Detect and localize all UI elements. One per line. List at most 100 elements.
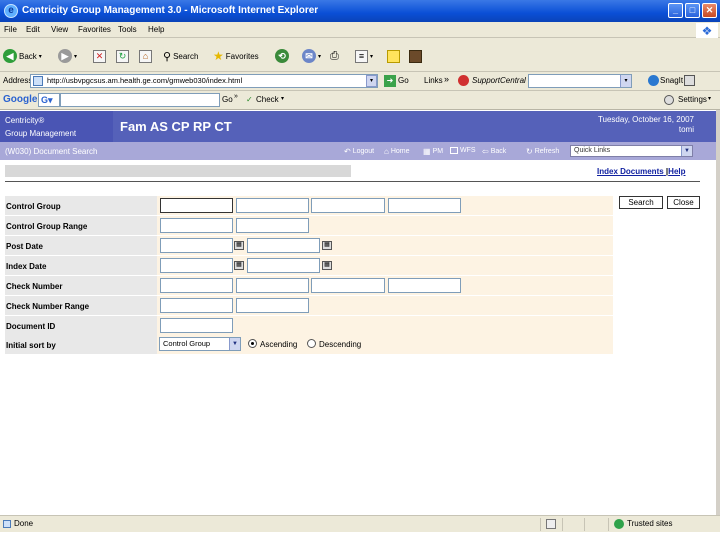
control-group-input-4[interactable] <box>388 198 461 213</box>
page-scrollbar[interactable] <box>716 110 720 515</box>
index-documents-link[interactable]: Index Documents <box>597 167 664 176</box>
menu-view[interactable]: View <box>51 25 68 34</box>
address-input[interactable]: http://usbvpgcsus.am.health.ge.com/gmweb… <box>30 74 378 88</box>
brand-line-2: Group Management <box>5 129 77 138</box>
chevron-down-icon: ▾ <box>318 53 322 60</box>
google-go-button[interactable]: Go <box>222 95 233 104</box>
nav-logout[interactable]: ↶ Logout <box>344 147 374 156</box>
post-date-to[interactable] <box>247 238 320 253</box>
control-group-input-1[interactable] <box>160 198 233 213</box>
sort-select[interactable]: Control Group ▼ <box>159 337 241 351</box>
google-search-input[interactable] <box>60 93 220 107</box>
menu-help[interactable]: Help <box>148 25 164 34</box>
chevron-down-icon: ▼ <box>229 338 240 350</box>
forward-arrow-icon: ▶ <box>58 49 72 63</box>
google-check-button[interactable]: Check <box>256 95 279 104</box>
links-label[interactable]: Links <box>424 76 443 85</box>
address-bar: Address http://usbvpgcsus.am.health.ge.c… <box>0 72 720 91</box>
google-logo: Google <box>3 94 38 105</box>
calendar-icon[interactable]: ▦ <box>322 261 332 270</box>
check-number-input-1[interactable] <box>160 278 233 293</box>
nav-pm[interactable]: ▦ PM <box>423 147 443 156</box>
calendar-icon[interactable]: ▦ <box>234 241 244 250</box>
progress-icon <box>546 519 556 529</box>
menu-tools[interactable]: Tools <box>118 25 137 34</box>
messenger-button[interactable] <box>409 48 422 64</box>
google-menu-button[interactable]: G▾ <box>38 93 60 107</box>
chevron-down-icon[interactable]: ▾ <box>620 75 631 87</box>
search-button[interactable]: ⚲ Search <box>163 48 198 64</box>
snagit-button[interactable]: SnagIt <box>660 76 683 85</box>
control-group-range-to[interactable] <box>236 218 309 233</box>
address-dropdown-icon[interactable]: ▾ <box>366 75 377 87</box>
check-number-range-to[interactable] <box>236 298 309 313</box>
back-button[interactable]: ◀ Back ▾ <box>3 48 42 64</box>
control-group-input-2[interactable] <box>236 198 309 213</box>
menu-edit[interactable]: Edit <box>26 25 40 34</box>
menu-favorites[interactable]: Favorites <box>78 25 111 34</box>
nav-refresh[interactable]: ↻ Refresh <box>526 147 559 156</box>
help-link[interactable]: Help <box>668 167 685 176</box>
menu-bar: File Edit View Favorites Tools Help <box>0 22 720 38</box>
check-number-range-from[interactable] <box>160 298 233 313</box>
favorites-label: Favorites <box>225 51 259 61</box>
practice-title: Fam AS CP RP CT <box>120 119 232 134</box>
zone-text: Trusted sites <box>627 519 673 528</box>
refresh-button[interactable]: ↻ <box>116 48 129 64</box>
control-group-range-from[interactable] <box>160 218 233 233</box>
app-title-bar: Fam AS CP RP CT Tuesday, October 16, 200… <box>113 111 716 142</box>
menu-file[interactable]: File <box>4 25 17 34</box>
calendar-icon[interactable]: ▦ <box>234 261 244 270</box>
google-settings-button[interactable]: Settings <box>678 95 707 104</box>
support-central-link[interactable]: SupportCentral <box>472 76 526 85</box>
search-icon: ⚲ <box>163 50 172 63</box>
chevron-down-icon: ▾ <box>74 53 78 60</box>
control-group-range-label: Control Group Range <box>5 216 157 235</box>
mail-button[interactable]: ✉ ▾ <box>302 48 321 64</box>
chevron-down-icon[interactable]: ▾ <box>708 95 711 102</box>
check-number-input-4[interactable] <box>388 278 461 293</box>
nav-back[interactable]: ⇦ Back <box>482 147 506 156</box>
ascending-radio[interactable] <box>248 339 257 348</box>
back-icon: ⇦ <box>482 147 489 156</box>
calendar-icon[interactable]: ▦ <box>322 241 332 250</box>
google-go-chevron-icon[interactable]: » <box>234 93 238 100</box>
check-icon: ✓ <box>246 95 253 104</box>
print-button[interactable]: ⎙ <box>330 48 339 64</box>
favorites-button[interactable]: ★ Favorites <box>213 48 259 64</box>
go-arrow-icon[interactable]: ➜ <box>384 75 396 87</box>
stop-button[interactable]: ✕ <box>93 48 106 64</box>
notes-button[interactable] <box>387 48 400 64</box>
nav-home[interactable]: ⌂ Home <box>384 147 410 156</box>
snagit-window-icon[interactable] <box>684 75 695 86</box>
quick-links-select[interactable]: Quick Links ▼ <box>570 145 693 157</box>
document-id-input[interactable] <box>160 318 233 333</box>
descending-radio[interactable] <box>307 339 316 348</box>
check-number-input-3[interactable] <box>311 278 385 293</box>
nav-wfs[interactable]: WFS <box>450 147 476 154</box>
search-form-button[interactable]: Search <box>619 196 663 209</box>
index-date-from[interactable] <box>160 258 233 273</box>
edit-button[interactable]: ≡ ▾ <box>355 48 373 64</box>
post-date-from[interactable] <box>160 238 233 253</box>
status-cell <box>584 518 606 531</box>
home-button[interactable]: ⌂ <box>139 48 152 64</box>
support-central-icon <box>458 75 469 86</box>
chevron-down-icon[interactable]: ▾ <box>281 95 284 102</box>
index-date-to[interactable] <box>247 258 320 273</box>
support-central-input[interactable]: ▾ <box>528 74 632 88</box>
go-button[interactable]: Go <box>398 76 409 85</box>
history-button[interactable]: ⟲ <box>275 48 289 64</box>
check-number-input-2[interactable] <box>236 278 309 293</box>
minimize-button[interactable]: _ <box>668 3 683 18</box>
forward-button[interactable]: ▶ ▾ <box>58 48 77 64</box>
links-chevron-icon[interactable]: » <box>444 74 449 84</box>
maximize-button[interactable]: □ <box>685 3 700 18</box>
close-form-button[interactable]: Close <box>667 196 700 209</box>
close-window-button[interactable]: ✕ <box>702 3 717 18</box>
brand-logo: Centricity® Group Management <box>0 111 113 142</box>
control-group-input-3[interactable] <box>311 198 385 213</box>
document-id-label: Document ID <box>5 316 157 335</box>
check-number-label: Check Number <box>5 276 157 295</box>
post-date-label: Post Date <box>5 236 157 255</box>
